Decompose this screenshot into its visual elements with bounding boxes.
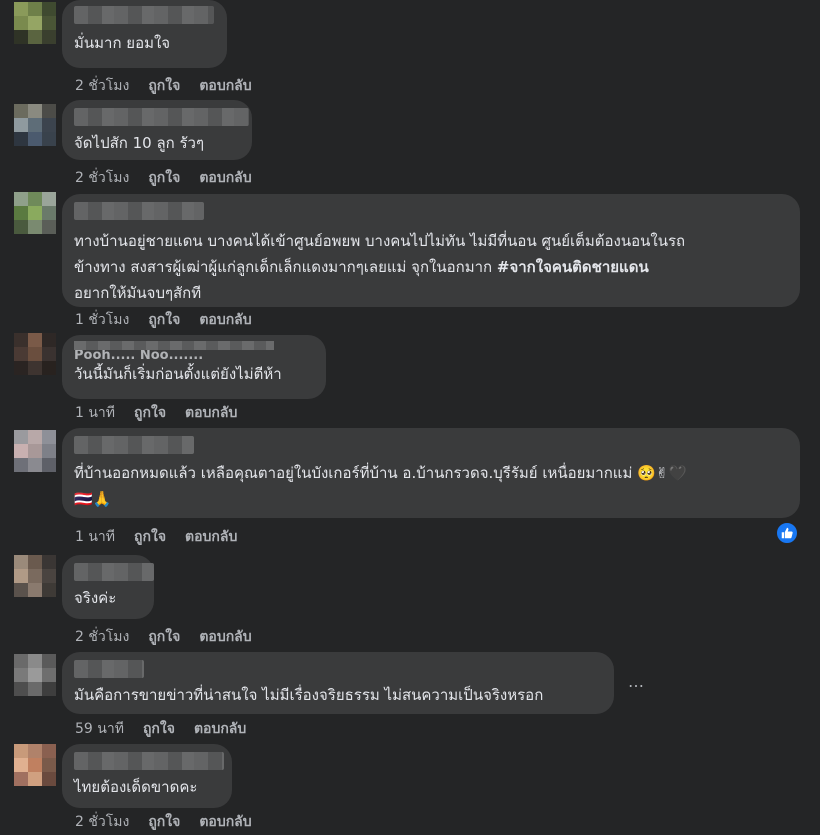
avatar[interactable] (14, 555, 56, 597)
comment-text: จริงค่ะ (74, 589, 117, 607)
more-options-icon[interactable]: … (628, 672, 645, 691)
comment-text-line-1: ทางบ้านอยู่ชายแดน บางคนได้เข้าศูนย์อพยพ … (74, 232, 686, 250)
reply-link[interactable]: ตอบกลับ (199, 167, 251, 189)
avatar[interactable] (14, 192, 56, 234)
reply-link[interactable]: ตอบกลับ (199, 811, 251, 833)
comment-bubble: ที่บ้านออกหมดแล้ว เหลือคุณตาอยู่ในบังเกอ… (62, 428, 800, 518)
comment-bubble: จัดไปสัก 10 ลูก รัวๆ (62, 100, 252, 160)
comment-bubble: จริงค่ะ (62, 555, 154, 619)
comment-text: จัดไปสัก 10 ลูก รัวๆ (74, 134, 205, 152)
comment-text-line-2-body: ข้างทาง สงสารผู้เฒ่าผู้แก่ลูกเด็กเล็กแดง… (74, 258, 497, 276)
like-link[interactable]: ถูกใจ (148, 811, 180, 833)
commenter-name-blurred[interactable] (74, 660, 144, 678)
reply-link[interactable]: ตอบกลับ (199, 75, 251, 97)
comment-actions: 2 ชั่วโมง ถูกใจ ตอบกลับ (75, 167, 252, 189)
comment-actions: 2 ชั่วโมง ถูกใจ ตอบกลับ (75, 811, 252, 833)
comment-text-line-2: 🇹🇭🙏 (74, 490, 112, 508)
like-link[interactable]: ถูกใจ (148, 309, 180, 331)
comment-text-line-3: อยากให้มันจบๆสักที (74, 284, 202, 302)
comment-actions: 59 นาที ถูกใจ ตอบกลับ (75, 718, 246, 740)
like-link[interactable]: ถูกใจ (148, 75, 180, 97)
commenter-name-blurred[interactable] (74, 108, 249, 126)
reply-link[interactable]: ตอบกลับ (199, 626, 251, 648)
comment-text-line-2: ข้างทาง สงสารผู้เฒ่าผู้แก่ลูกเด็กเล็กแดง… (74, 254, 788, 280)
comment-time[interactable]: 59 นาที (75, 718, 124, 740)
reply-link[interactable]: ตอบกลับ (199, 309, 251, 331)
avatar[interactable] (14, 2, 56, 44)
comment-bubble: มั่นมาก ยอมใจ (62, 0, 227, 68)
name-blur-overlay (74, 341, 274, 350)
comment-actions: 2 ชั่วโมง ถูกใจ ตอบกลับ (75, 75, 252, 97)
comment-text-line-1: ที่บ้านออกหมดแล้ว เหลือคุณตาอยู่ในบังเกอ… (74, 464, 688, 482)
comment-actions: 1 นาที ถูกใจ ตอบกลับ (75, 526, 237, 548)
comment-actions: 1 ชั่วโมง ถูกใจ ตอบกลับ (75, 309, 252, 331)
comment-time[interactable]: 2 ชั่วโมง (75, 167, 129, 189)
comment-time[interactable]: 2 ชั่วโมง (75, 811, 129, 833)
reply-link[interactable]: ตอบกลับ (185, 402, 237, 424)
like-link[interactable]: ถูกใจ (148, 626, 180, 648)
comment-text: ไทยต้องเด็ดขาดคะ (74, 778, 198, 796)
comment-actions: 1 นาที ถูกใจ ตอบกลับ (75, 402, 237, 424)
comment-time[interactable]: 1 ชั่วโมง (75, 309, 129, 331)
comment-time[interactable]: 1 นาที (75, 526, 115, 548)
commenter-name-blurred[interactable] (74, 6, 214, 24)
comment-time[interactable]: 2 ชั่วโมง (75, 75, 129, 97)
comment-bubble: ทางบ้านอยู่ชายแดน บางคนได้เข้าศูนย์อพยพ … (62, 194, 800, 307)
comment-bubble: มันคือการขายข่าวที่น่าสนใจ ไม่มีเรื่องจร… (62, 652, 614, 714)
like-link[interactable]: ถูกใจ (134, 526, 166, 548)
like-reaction-badge[interactable] (775, 521, 799, 545)
comment-text: มั่นมาก ยอมใจ (74, 34, 171, 52)
like-link[interactable]: ถูกใจ (143, 718, 175, 740)
commenter-name[interactable]: Pooh..... Noo....... (74, 341, 314, 359)
like-link[interactable]: ถูกใจ (134, 402, 166, 424)
avatar[interactable] (14, 333, 56, 375)
like-link[interactable]: ถูกใจ (148, 167, 180, 189)
commenter-name-blurred[interactable] (74, 563, 154, 581)
comment-bubble: ไทยต้องเด็ดขาดคะ (62, 744, 232, 808)
avatar[interactable] (14, 654, 56, 696)
comment-text: มันคือการขายข่าวที่น่าสนใจ ไม่มีเรื่องจร… (74, 686, 544, 704)
reply-link[interactable]: ตอบกลับ (194, 718, 246, 740)
comment-text: วันนี้มันก็เริ่มก่อนตั้งแต่ยังไม่ตีห้า (74, 365, 282, 383)
avatar[interactable] (14, 430, 56, 472)
commenter-name-blurred[interactable] (74, 202, 204, 220)
comment-time[interactable]: 1 นาที (75, 402, 115, 424)
reply-link[interactable]: ตอบกลับ (185, 526, 237, 548)
comment-time[interactable]: 2 ชั่วโมง (75, 626, 129, 648)
commenter-name-blurred[interactable] (74, 752, 224, 770)
thumbs-up-icon (781, 527, 793, 539)
commenter-name-blurred[interactable] (74, 436, 194, 454)
hashtag-link[interactable]: #จากใจคนติดชายแดน (497, 258, 649, 276)
avatar[interactable] (14, 104, 56, 146)
avatar[interactable] (14, 744, 56, 786)
comment-actions: 2 ชั่วโมง ถูกใจ ตอบกลับ (75, 626, 252, 648)
comment-bubble: Pooh..... Noo....... วันนี้มันก็เริ่มก่อ… (62, 335, 326, 399)
